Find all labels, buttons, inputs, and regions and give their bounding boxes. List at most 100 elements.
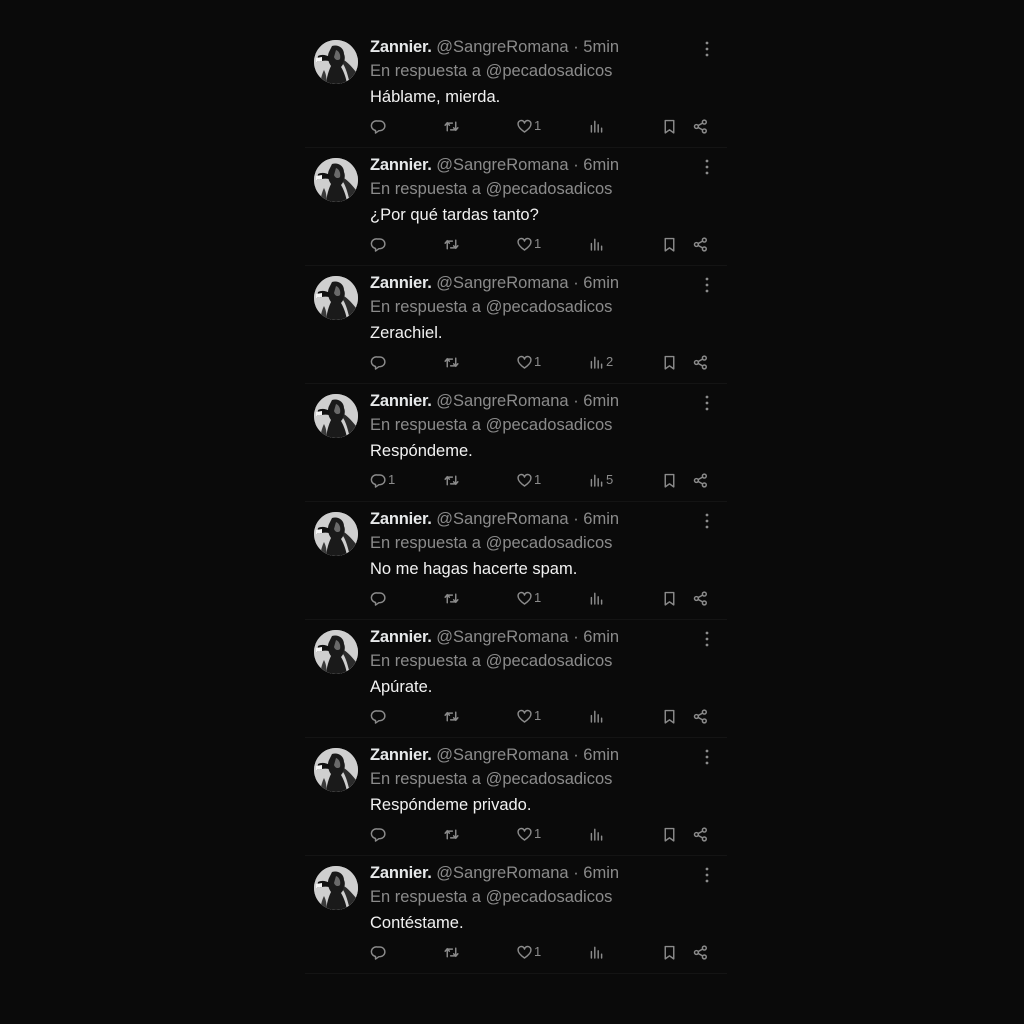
avatar[interactable]: [314, 512, 358, 556]
timestamp[interactable]: 6min: [583, 392, 619, 410]
like-button[interactable]: 1: [516, 706, 541, 726]
retweet-button[interactable]: [443, 116, 460, 136]
avatar[interactable]: [314, 158, 358, 202]
tweet[interactable]: Zannier. @SangreRomana · 6min En respues…: [305, 502, 727, 620]
reply-context[interactable]: En respuesta a @pecadosadicos: [370, 651, 612, 671]
tweet[interactable]: Zannier. @SangreRomana · 6min En respues…: [305, 856, 727, 974]
display-name[interactable]: Zannier.: [370, 628, 432, 646]
tweet[interactable]: Zannier. @SangreRomana · 6min En respues…: [305, 266, 727, 384]
reply-context[interactable]: En respuesta a @pecadosadicos: [370, 887, 612, 907]
views-button[interactable]: [588, 588, 606, 608]
display-name[interactable]: Zannier.: [370, 392, 432, 410]
like-button[interactable]: 1: [516, 470, 541, 490]
retweet-button[interactable]: [443, 588, 460, 608]
bookmark-button[interactable]: [661, 470, 678, 490]
like-button[interactable]: 1: [516, 942, 541, 962]
tweet[interactable]: Zannier. @SangreRomana · 5min En respues…: [305, 30, 727, 148]
user-handle[interactable]: @SangreRomana: [436, 628, 568, 646]
retweet-button[interactable]: [443, 234, 460, 254]
more-vertical-icon[interactable]: [701, 512, 713, 530]
share-button[interactable]: [692, 706, 709, 726]
more-vertical-icon[interactable]: [701, 394, 713, 412]
more-vertical-icon[interactable]: [701, 276, 713, 294]
views-button[interactable]: 5: [588, 470, 613, 490]
bookmark-button[interactable]: [661, 352, 678, 372]
like-button[interactable]: 1: [516, 588, 541, 608]
share-button[interactable]: [692, 116, 709, 136]
like-button[interactable]: 1: [516, 234, 541, 254]
tweet[interactable]: Zannier. @SangreRomana · 6min En respues…: [305, 384, 727, 502]
bookmark-button[interactable]: [661, 588, 678, 608]
views-button[interactable]: [588, 942, 606, 962]
retweet-button[interactable]: [443, 352, 460, 372]
user-handle[interactable]: @SangreRomana: [436, 510, 568, 528]
share-button[interactable]: [692, 824, 709, 844]
avatar[interactable]: [314, 866, 358, 910]
reply-button[interactable]: [370, 116, 388, 136]
user-handle[interactable]: @SangreRomana: [436, 38, 568, 56]
share-button[interactable]: [692, 234, 709, 254]
avatar[interactable]: [314, 748, 358, 792]
avatar[interactable]: [314, 394, 358, 438]
display-name[interactable]: Zannier.: [370, 274, 432, 292]
reply-context[interactable]: En respuesta a @pecadosadicos: [370, 297, 612, 317]
views-button[interactable]: [588, 824, 606, 844]
reply-button[interactable]: [370, 706, 388, 726]
tweet[interactable]: Zannier. @SangreRomana · 6min En respues…: [305, 620, 727, 738]
reply-context[interactable]: En respuesta a @pecadosadicos: [370, 61, 612, 81]
timestamp[interactable]: 6min: [583, 746, 619, 764]
views-button[interactable]: [588, 706, 606, 726]
bookmark-button[interactable]: [661, 824, 678, 844]
display-name[interactable]: Zannier.: [370, 864, 432, 882]
user-handle[interactable]: @SangreRomana: [436, 392, 568, 410]
display-name[interactable]: Zannier.: [370, 38, 432, 56]
share-button[interactable]: [692, 588, 709, 608]
retweet-button[interactable]: [443, 470, 460, 490]
views-button[interactable]: [588, 116, 606, 136]
reply-button[interactable]: [370, 942, 388, 962]
bookmark-button[interactable]: [661, 706, 678, 726]
reply-context[interactable]: En respuesta a @pecadosadicos: [370, 769, 612, 789]
retweet-button[interactable]: [443, 706, 460, 726]
tweet[interactable]: Zannier. @SangreRomana · 6min En respues…: [305, 148, 727, 266]
bookmark-button[interactable]: [661, 942, 678, 962]
timestamp[interactable]: 6min: [583, 510, 619, 528]
display-name[interactable]: Zannier.: [370, 510, 432, 528]
display-name[interactable]: Zannier.: [370, 156, 432, 174]
avatar[interactable]: [314, 630, 358, 674]
retweet-button[interactable]: [443, 942, 460, 962]
timestamp[interactable]: 6min: [583, 156, 619, 174]
views-button[interactable]: 2: [588, 352, 613, 372]
like-button[interactable]: 1: [516, 116, 541, 136]
reply-button[interactable]: [370, 824, 388, 844]
user-handle[interactable]: @SangreRomana: [436, 274, 568, 292]
views-button[interactable]: [588, 234, 606, 254]
like-button[interactable]: 1: [516, 352, 541, 372]
retweet-button[interactable]: [443, 824, 460, 844]
share-button[interactable]: [692, 470, 709, 490]
more-vertical-icon[interactable]: [701, 748, 713, 766]
avatar[interactable]: [314, 40, 358, 84]
bookmark-button[interactable]: [661, 116, 678, 136]
like-button[interactable]: 1: [516, 824, 541, 844]
reply-context[interactable]: En respuesta a @pecadosadicos: [370, 179, 612, 199]
bookmark-button[interactable]: [661, 234, 678, 254]
timestamp[interactable]: 6min: [583, 628, 619, 646]
more-vertical-icon[interactable]: [701, 866, 713, 884]
share-button[interactable]: [692, 942, 709, 962]
avatar[interactable]: [314, 276, 358, 320]
reply-button[interactable]: [370, 234, 388, 254]
timestamp[interactable]: 6min: [583, 274, 619, 292]
more-vertical-icon[interactable]: [701, 158, 713, 176]
user-handle[interactable]: @SangreRomana: [436, 156, 568, 174]
user-handle[interactable]: @SangreRomana: [436, 746, 568, 764]
reply-context[interactable]: En respuesta a @pecadosadicos: [370, 533, 612, 553]
timestamp[interactable]: 6min: [583, 864, 619, 882]
reply-button[interactable]: [370, 352, 388, 372]
more-vertical-icon[interactable]: [701, 40, 713, 58]
display-name[interactable]: Zannier.: [370, 746, 432, 764]
reply-button[interactable]: 1: [370, 470, 395, 490]
reply-context[interactable]: En respuesta a @pecadosadicos: [370, 415, 612, 435]
share-button[interactable]: [692, 352, 709, 372]
tweet[interactable]: Zannier. @SangreRomana · 6min En respues…: [305, 738, 727, 856]
